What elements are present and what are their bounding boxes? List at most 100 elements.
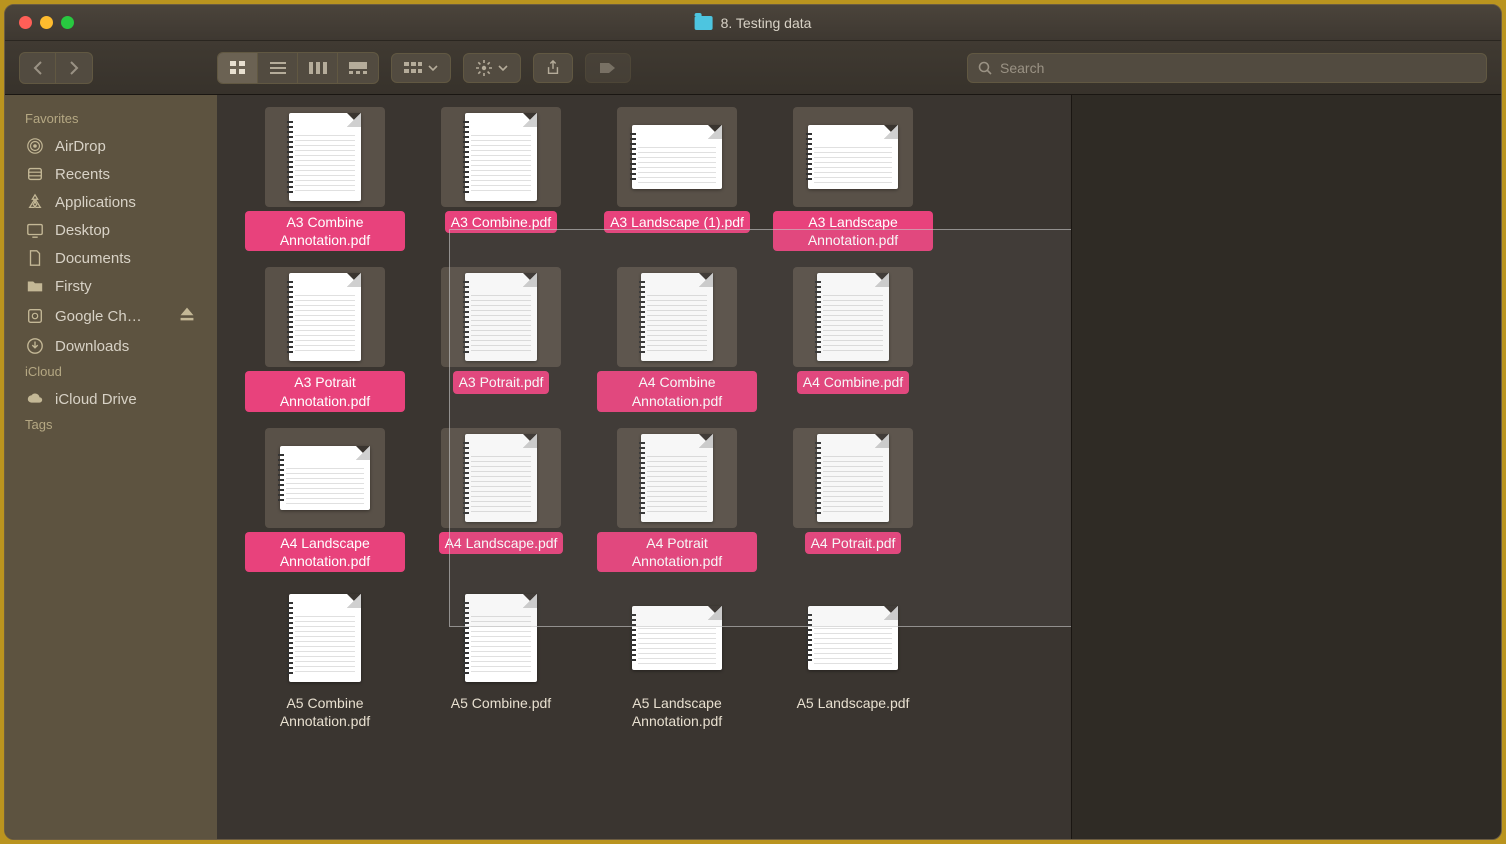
file-name[interactable]: A4 Combine Annotation.pdf: [597, 371, 757, 411]
file-thumbnail: [793, 428, 913, 528]
file-name[interactable]: A5 Combine Annotation.pdf: [245, 692, 405, 732]
icon-view-button[interactable]: [218, 53, 258, 83]
file-name[interactable]: A4 Landscape.pdf: [439, 532, 564, 554]
sidebar-item-recents[interactable]: Recents: [5, 160, 217, 188]
action-button[interactable]: [463, 53, 521, 83]
sidebar-item-label: Firsty: [55, 278, 92, 295]
apps-icon: [25, 193, 45, 211]
sidebar-item-downloads[interactable]: Downloads: [5, 332, 217, 360]
file-thumbnail: [441, 267, 561, 367]
sidebar-header: Tags: [5, 413, 217, 438]
file-name[interactable]: A3 Potrait Annotation.pdf: [245, 371, 405, 411]
file-thumbnail: [793, 107, 913, 207]
tags-button[interactable]: [585, 53, 631, 83]
maximize-button[interactable]: [61, 16, 74, 29]
sidebar-item-applications[interactable]: Applications: [5, 188, 217, 216]
eject-icon[interactable]: [177, 305, 197, 327]
nav-group: [19, 52, 93, 84]
file-item[interactable]: A5 Combine.pdf: [415, 582, 587, 738]
file-item[interactable]: A5 Landscape.pdf: [767, 582, 939, 738]
file-item[interactable]: A4 Combine.pdf: [767, 261, 939, 417]
file-name[interactable]: A3 Landscape (1).pdf: [604, 211, 750, 233]
file-item[interactable]: A4 Landscape Annotation.pdf: [239, 422, 411, 578]
file-name[interactable]: A4 Potrait.pdf: [805, 532, 902, 554]
sidebar-item-firsty[interactable]: Firsty: [5, 272, 217, 300]
sidebar-item-label: Downloads: [55, 338, 129, 355]
sidebar-item-airdrop[interactable]: AirDrop: [5, 132, 217, 160]
file-name[interactable]: A3 Combine Annotation.pdf: [245, 211, 405, 251]
window-controls: [19, 16, 74, 29]
sidebar-item-icloud-drive[interactable]: iCloud Drive: [5, 385, 217, 413]
file-thumbnail: [617, 588, 737, 688]
recents-icon: [25, 165, 45, 183]
file-thumbnail: [265, 588, 385, 688]
file-item[interactable]: A3 Landscape (1).pdf: [591, 101, 763, 257]
desktop-icon: [25, 221, 45, 239]
toolbar: [5, 41, 1501, 95]
folder-icon: [25, 277, 45, 295]
file-thumbnail: [265, 107, 385, 207]
file-thumbnail: [441, 107, 561, 207]
list-view-button[interactable]: [258, 53, 298, 83]
sidebar-item-label: Documents: [55, 250, 131, 267]
icon-grid: A3 Combine Annotation.pdf A3 Combine.pdf A…: [217, 95, 1071, 745]
gear-icon: [476, 60, 492, 76]
file-thumbnail: [793, 267, 913, 367]
file-name[interactable]: A4 Landscape Annotation.pdf: [245, 532, 405, 572]
minimize-button[interactable]: [40, 16, 53, 29]
column-view-button[interactable]: [298, 53, 338, 83]
folder-icon: [695, 16, 713, 30]
content-area[interactable]: A3 Combine Annotation.pdf A3 Combine.pdf A…: [217, 95, 1071, 839]
file-name[interactable]: A3 Potrait.pdf: [453, 371, 550, 393]
sidebar-item-desktop[interactable]: Desktop: [5, 216, 217, 244]
file-item[interactable]: A3 Combine Annotation.pdf: [239, 101, 411, 257]
file-name[interactable]: A4 Potrait Annotation.pdf: [597, 532, 757, 572]
sidebar-header: iCloud: [5, 360, 217, 385]
search-input[interactable]: [1000, 60, 1476, 76]
file-name[interactable]: A3 Combine.pdf: [445, 211, 557, 233]
file-thumbnail: [441, 428, 561, 528]
title-text: 8. Testing data: [721, 15, 812, 31]
sidebar-item-google-ch-[interactable]: Google Ch…: [5, 300, 217, 332]
sidebar-item-documents[interactable]: Documents: [5, 244, 217, 272]
window-body: FavoritesAirDropRecentsApplicationsDeskt…: [5, 95, 1501, 839]
file-item[interactable]: A3 Combine.pdf: [415, 101, 587, 257]
file-thumbnail: [617, 428, 737, 528]
file-item[interactable]: A4 Potrait Annotation.pdf: [591, 422, 763, 578]
search-icon: [978, 61, 992, 75]
sidebar-item-label: Applications: [55, 194, 136, 211]
search-box[interactable]: [967, 53, 1487, 83]
sidebar-item-label: AirDrop: [55, 138, 106, 155]
share-button[interactable]: [533, 53, 573, 83]
file-thumbnail: [617, 107, 737, 207]
back-button[interactable]: [20, 53, 56, 83]
arrange-button[interactable]: [391, 53, 451, 83]
file-item[interactable]: A3 Landscape Annotation.pdf: [767, 101, 939, 257]
disk-icon: [25, 307, 45, 325]
sidebar-item-label: Desktop: [55, 222, 110, 239]
file-name[interactable]: A5 Landscape.pdf: [791, 692, 916, 714]
file-name[interactable]: A3 Landscape Annotation.pdf: [773, 211, 933, 251]
file-name[interactable]: A4 Combine.pdf: [797, 371, 909, 393]
file-item[interactable]: A5 Combine Annotation.pdf: [239, 582, 411, 738]
file-name[interactable]: A5 Combine.pdf: [445, 692, 557, 714]
file-name[interactable]: A5 Landscape Annotation.pdf: [597, 692, 757, 732]
file-thumbnail: [793, 588, 913, 688]
file-item[interactable]: A4 Landscape.pdf: [415, 422, 587, 578]
share-icon: [546, 60, 560, 76]
file-thumbnail: [265, 267, 385, 367]
gallery-view-button[interactable]: [338, 53, 378, 83]
file-item[interactable]: A4 Combine Annotation.pdf: [591, 261, 763, 417]
forward-button[interactable]: [56, 53, 92, 83]
file-item[interactable]: A4 Potrait.pdf: [767, 422, 939, 578]
sidebar: FavoritesAirDropRecentsApplicationsDeskt…: [5, 95, 217, 839]
file-thumbnail: [441, 588, 561, 688]
file-item[interactable]: A3 Potrait.pdf: [415, 261, 587, 417]
cloud-icon: [25, 390, 45, 408]
finder-window: 8. Testing data: [4, 4, 1502, 840]
file-item[interactable]: A5 Landscape Annotation.pdf: [591, 582, 763, 738]
close-button[interactable]: [19, 16, 32, 29]
file-thumbnail: [265, 428, 385, 528]
file-item[interactable]: A3 Potrait Annotation.pdf: [239, 261, 411, 417]
downloads-icon: [25, 337, 45, 355]
